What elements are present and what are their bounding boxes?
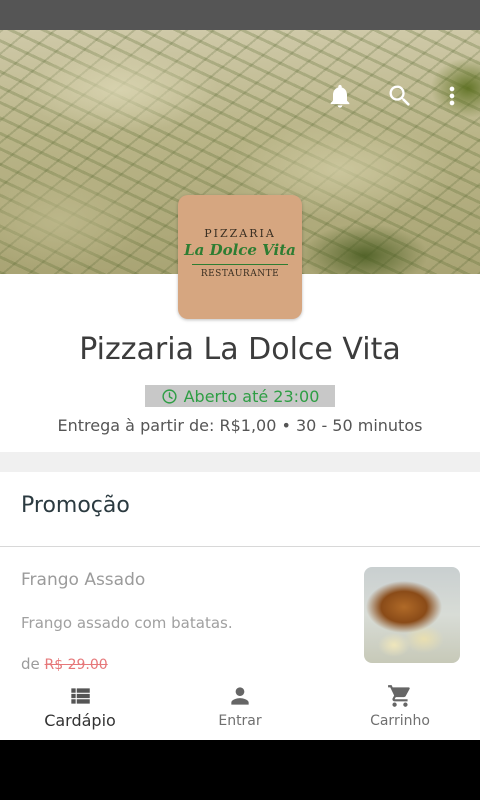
nav-label: Carrinho xyxy=(370,713,430,729)
nav-cardapio[interactable]: Cardápio xyxy=(0,676,160,740)
more-vert-icon[interactable] xyxy=(438,82,466,110)
logo-divider xyxy=(192,264,288,265)
delivery-info: Entrega à partir de: R$1,00 • 30 - 50 mi… xyxy=(57,416,423,435)
logo-text-top: PIZZARIA xyxy=(204,227,276,240)
logo-text-script: La Dolce Vita xyxy=(184,241,296,259)
logo-text-bottom: RESTAURANTE xyxy=(200,269,280,279)
nav-carrinho[interactable]: Carrinho xyxy=(320,676,480,740)
clock-icon xyxy=(162,388,177,404)
nav-label: Entrar xyxy=(218,713,262,729)
nav-entrar[interactable]: Entrar xyxy=(160,676,320,740)
section-separator xyxy=(0,452,480,472)
open-status-badge: Aberto até 23:00 xyxy=(145,385,335,407)
bell-icon[interactable] xyxy=(326,82,354,110)
product-name[interactable]: Frango Assado xyxy=(21,570,145,590)
product-description: Frango assado com batatas. xyxy=(21,614,233,632)
old-price: R$ 29.00 xyxy=(44,657,108,673)
person-icon xyxy=(231,687,249,705)
open-status-text: Aberto até 23:00 xyxy=(183,386,320,406)
price-prefix: de xyxy=(21,655,40,673)
system-navigation-bar xyxy=(0,740,480,800)
bottom-navigation: Cardápio Entrar Carrinho xyxy=(0,676,480,740)
system-status-bar xyxy=(0,0,480,30)
nav-label: Cardápio xyxy=(44,711,116,730)
restaurant-logo: PIZZARIA La Dolce Vita RESTAURANTE xyxy=(178,195,302,319)
product-image[interactable] xyxy=(364,567,460,663)
list-icon xyxy=(71,688,90,704)
restaurant-name: Pizzaria La Dolce Vita xyxy=(79,332,401,367)
search-icon[interactable] xyxy=(386,82,414,110)
divider xyxy=(0,546,480,547)
cart-icon xyxy=(388,685,410,707)
section-title: Promoção xyxy=(21,493,130,518)
product-price: de R$ 29.00 xyxy=(21,655,108,673)
